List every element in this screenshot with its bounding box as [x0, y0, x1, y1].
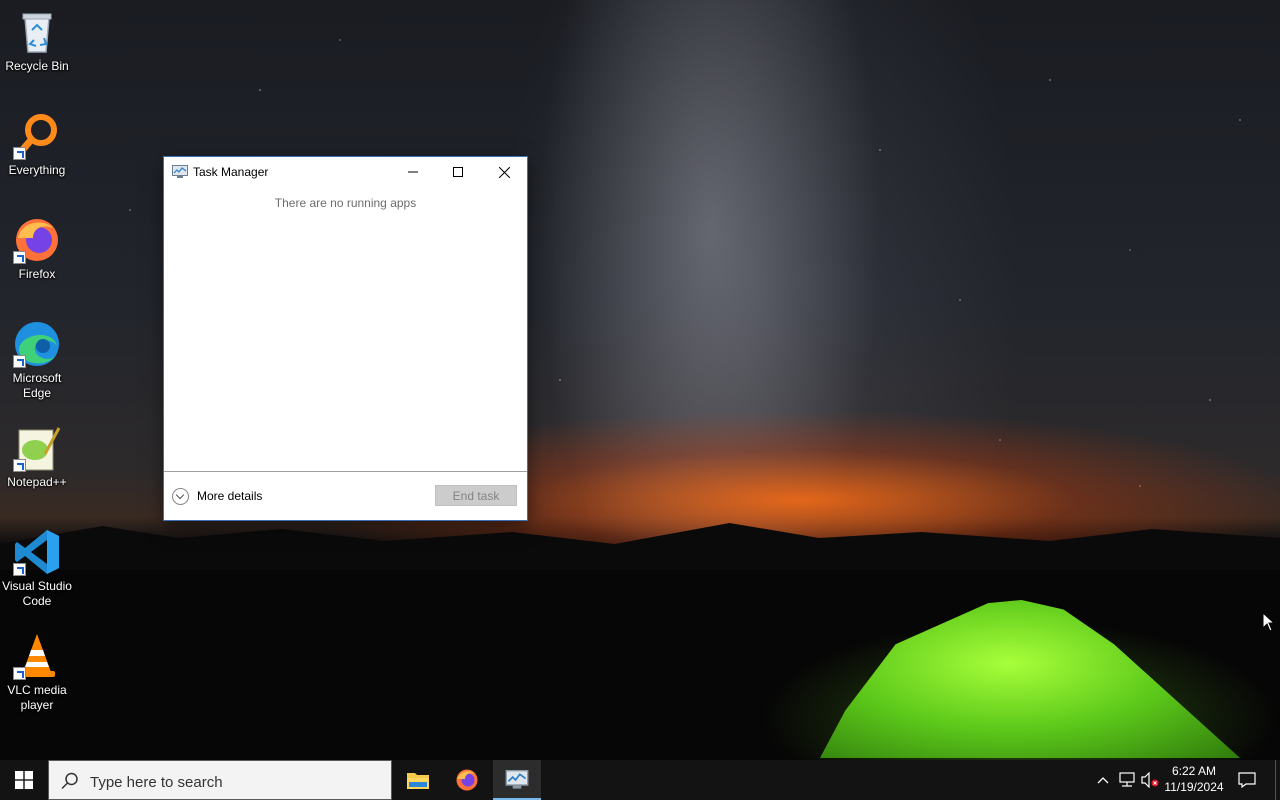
volume-control[interactable]: [1140, 760, 1160, 800]
taskbar-search-box[interactable]: [48, 760, 392, 800]
search-input[interactable]: [88, 770, 382, 794]
desktop-icon-notepadpp[interactable]: Notepad++: [0, 424, 74, 490]
show-desktop-button[interactable]: [1275, 760, 1280, 800]
task-manager-window[interactable]: Task Manager There are no running apps M…: [164, 157, 527, 520]
close-icon: [498, 166, 510, 178]
show-hidden-icons-button[interactable]: [1094, 760, 1112, 800]
everything-search-icon: [13, 112, 61, 160]
windows-logo-icon: [15, 771, 33, 789]
taskbar-firefox[interactable]: [443, 760, 491, 800]
network-status[interactable]: [1117, 760, 1137, 800]
desktop-icon-label: Microsoft Edge: [12, 371, 62, 400]
search-icon: [61, 772, 78, 790]
clock-date: 11/19/2024: [1164, 780, 1224, 794]
desktop-icon-label: Notepad++: [7, 475, 67, 489]
task-manager-icon: [505, 770, 529, 789]
footer-divider: [164, 471, 527, 472]
file-explorer-icon: [407, 773, 429, 789]
more-details-toggle[interactable]: More details: [172, 486, 262, 506]
title-bar[interactable]: Task Manager: [164, 157, 527, 187]
system-clock[interactable]: 6:22 AM 11/19/2024: [1162, 763, 1226, 795]
vscode-icon: [13, 528, 61, 576]
firefox-icon: [13, 216, 61, 264]
volume-muted-icon: [1141, 772, 1159, 788]
recycle-bin-icon: [13, 8, 61, 56]
firefox-icon: [456, 769, 478, 791]
chevron-up-icon: [1097, 777, 1109, 784]
network-icon: [1119, 772, 1135, 787]
desktop-icon-vlc[interactable]: VLC media player: [0, 632, 74, 713]
taskbar-task-manager[interactable]: [493, 760, 541, 800]
edge-icon: [13, 320, 61, 368]
desktop-icon-recycle-bin[interactable]: Recycle Bin: [0, 8, 74, 74]
maximize-icon: [453, 167, 463, 177]
desktop-icon-firefox[interactable]: Firefox: [0, 216, 74, 282]
window-title: Task Manager: [193, 165, 269, 179]
desktop-icon-vscode[interactable]: Visual Studio Code: [0, 528, 74, 609]
notification-icon: [1238, 772, 1256, 788]
taskbar: 6:22 AM 11/19/2024: [0, 760, 1280, 800]
notepadpp-icon: [13, 424, 61, 472]
end-task-button[interactable]: End task: [435, 485, 517, 506]
start-button[interactable]: [0, 760, 48, 800]
close-button[interactable]: [481, 157, 527, 187]
minimize-button[interactable]: [390, 157, 436, 187]
maximize-button[interactable]: [435, 157, 481, 187]
more-details-label: More details: [197, 489, 263, 503]
desktop-icon-label: Visual Studio Code: [2, 579, 72, 608]
chevron-down-icon: [172, 487, 189, 505]
desktop-icon-label: Recycle Bin: [5, 59, 69, 73]
desktop-icon-everything[interactable]: Everything: [0, 112, 74, 178]
desktop-icon-label: Everything: [8, 163, 66, 177]
minimize-icon: [408, 171, 418, 173]
clock-time: 6:22 AM: [1171, 764, 1217, 778]
taskbar-file-explorer[interactable]: [394, 760, 442, 800]
vlc-icon: [13, 632, 61, 680]
desktop-icon-label: VLC media player: [7, 683, 67, 712]
mouse-cursor-icon: [1262, 612, 1276, 632]
action-center-button[interactable]: [1234, 760, 1260, 800]
no-running-apps-message: There are no running apps: [274, 196, 417, 210]
desktop-icon-label: Firefox: [18, 267, 56, 281]
task-manager-icon: [172, 165, 188, 179]
desktop-icon-edge[interactable]: Microsoft Edge: [0, 320, 74, 401]
